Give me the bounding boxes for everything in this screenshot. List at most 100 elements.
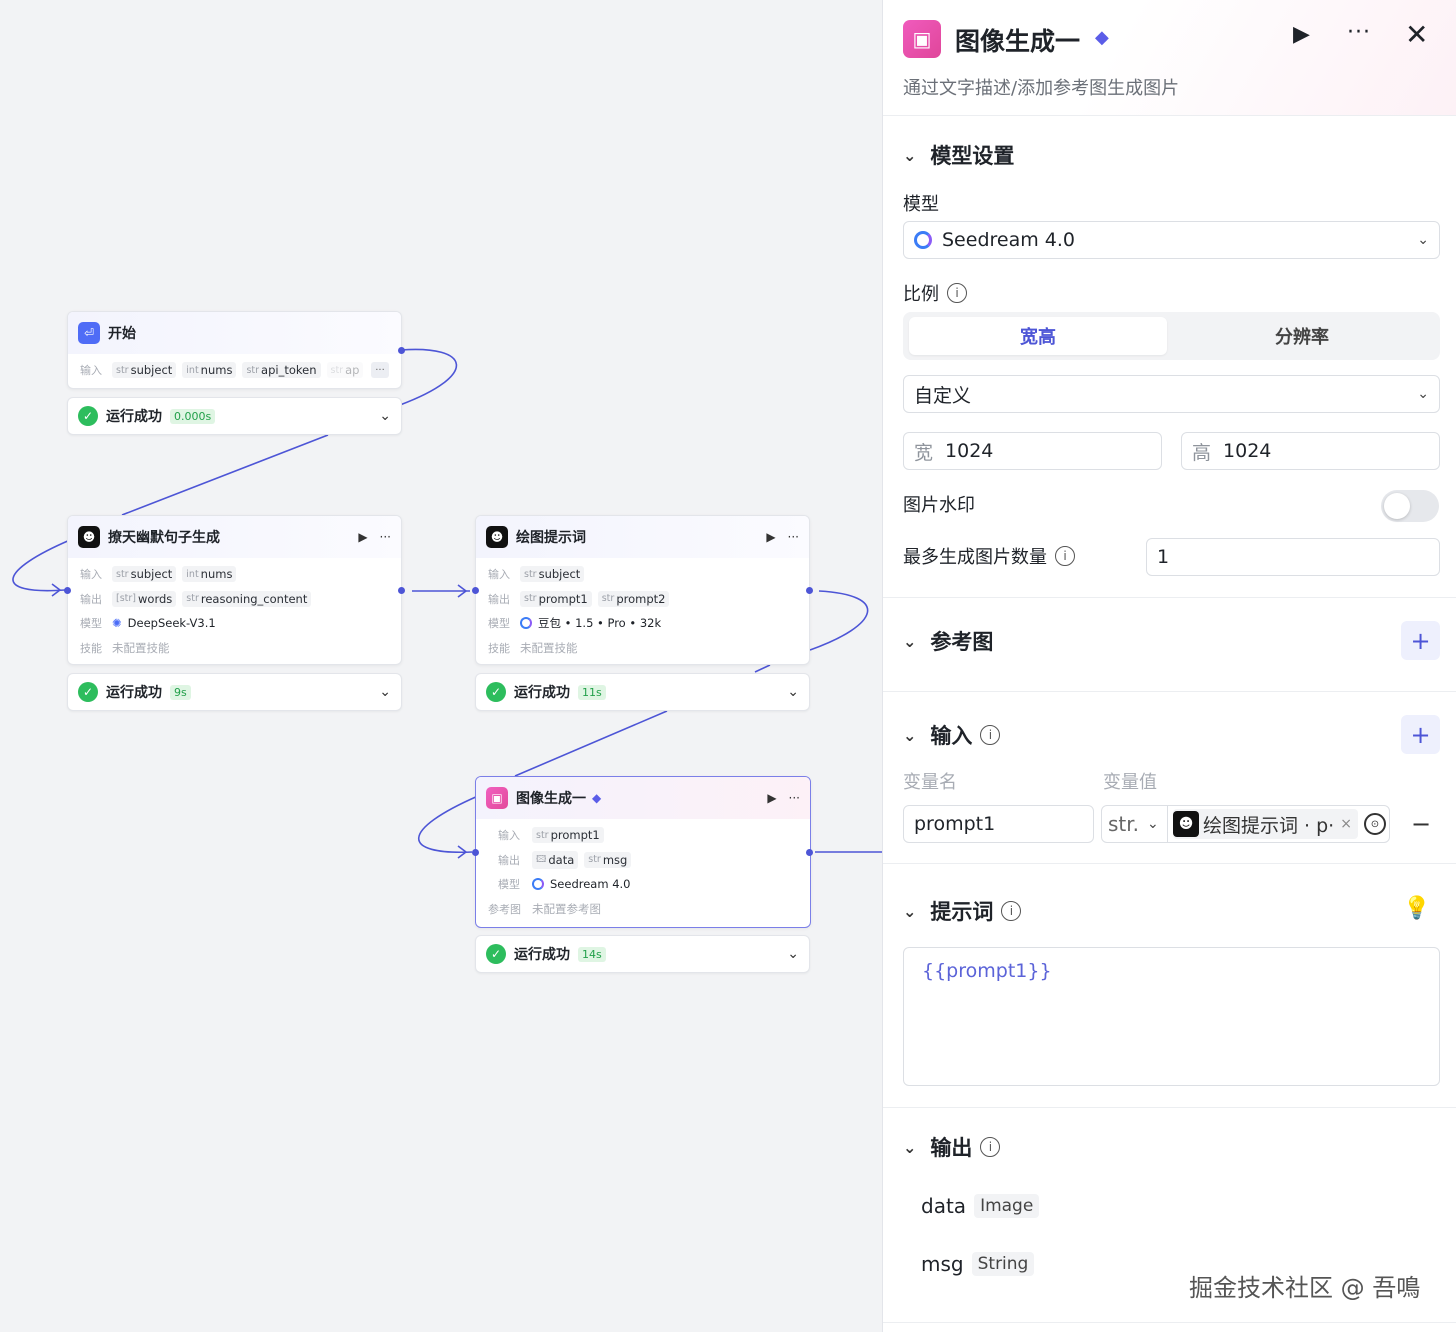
- model-label: 模型: [80, 617, 102, 631]
- image-input-port[interactable]: [472, 849, 479, 856]
- run-icon[interactable]: ▶: [767, 791, 776, 805]
- node-settings-panel: ▣ 图像生成一 ◆ ▶ ··· ✕ 通过文字描述/添加参考图生成图片 ⌄ 模型设…: [882, 0, 1456, 1332]
- prompt-node-header[interactable]: ☻ 绘图提示词 ▶ ···: [476, 516, 809, 558]
- output-chip: 🖾 data: [532, 850, 579, 869]
- more-icon[interactable]: ···: [789, 791, 800, 805]
- height-prefix: 高: [1192, 441, 1212, 464]
- var-value-column-label: 变量值: [1103, 772, 1157, 793]
- reference-picker-icon[interactable]: ⊙: [1363, 813, 1386, 835]
- tab-resolution[interactable]: 分辨率: [1173, 317, 1431, 355]
- model-name: DeepSeek-V3.1: [127, 616, 216, 631]
- var-ref-chip[interactable]: ☻ 绘图提示词 · p· ×: [1173, 809, 1358, 839]
- max-count-input[interactable]: 1: [1146, 538, 1440, 576]
- image-node-header[interactable]: ▣ 图像生成一 ◆ ▶ ···: [476, 777, 810, 819]
- var-name-input[interactable]: prompt1: [903, 805, 1094, 843]
- var-type-select[interactable]: str. ⌄: [1102, 806, 1168, 842]
- divider: [883, 597, 1456, 598]
- output-label: 输出: [488, 592, 510, 606]
- doubao-icon: [520, 617, 532, 630]
- image-status-bar[interactable]: ✓ 运行成功 14s ⌄: [475, 935, 810, 973]
- chevron-down-icon: ⌄: [903, 631, 917, 651]
- var-value-field[interactable]: str. ⌄ ☻ 绘图提示词 · p· × ⊙: [1101, 805, 1390, 843]
- more-inputs-button[interactable]: ···: [371, 362, 389, 379]
- joke-node-header[interactable]: ☻ 撩天幽默句子生成 ▶ ···: [68, 516, 401, 558]
- prompt-editor[interactable]: {{prompt1}}: [903, 947, 1440, 1086]
- start-output-port[interactable]: [398, 347, 405, 354]
- prompt-node[interactable]: ☻ 绘图提示词 ▶ ··· 输入 str subject 输出 str prompt…: [475, 515, 810, 665]
- watermark-label: 图片水印: [903, 495, 975, 516]
- add-input-button[interactable]: +: [1401, 715, 1440, 754]
- prompt-status-bar[interactable]: ✓ 运行成功 11s ⌄: [475, 673, 810, 711]
- time-badge: 11s: [578, 684, 606, 700]
- start-status-bar[interactable]: ✓ 运行成功 0.000s ⌄: [67, 397, 402, 435]
- section-title: 输出: [930, 1136, 973, 1160]
- max-count-label-row: 最多生成图片数量 i: [903, 543, 1075, 569]
- start-node-header[interactable]: ⏎ 开始: [68, 312, 401, 354]
- input-chip: int nums: [182, 362, 237, 379]
- image-output-port[interactable]: [806, 849, 813, 856]
- prompt-section-header[interactable]: ⌄ 提示词 i: [903, 896, 1022, 926]
- var-ref-text: 绘图提示词 · p·: [1203, 814, 1335, 837]
- info-icon: i: [980, 725, 1001, 745]
- output-section-header[interactable]: ⌄ 输出 i: [903, 1132, 1001, 1162]
- chevron-down-icon[interactable]: ⌄: [787, 946, 799, 962]
- output-row: data Image: [921, 1194, 1040, 1218]
- close-icon[interactable]: ×: [1340, 816, 1352, 832]
- width-field[interactable]: 宽 1024: [903, 432, 1162, 470]
- chevron-down-icon[interactable]: ⌄: [379, 684, 391, 700]
- height-field[interactable]: 高 1024: [1181, 432, 1440, 470]
- lightbulb-icon[interactable]: 💡: [1403, 896, 1430, 921]
- input-chip: str subject: [112, 566, 177, 583]
- llm-icon: ☻: [1173, 811, 1199, 837]
- joke-output-port[interactable]: [398, 587, 405, 594]
- add-ref-image-button[interactable]: +: [1401, 621, 1440, 660]
- model-label: 模型: [488, 617, 510, 631]
- chevron-down-icon[interactable]: ⌄: [379, 408, 391, 424]
- divider: [883, 1107, 1456, 1108]
- more-icon[interactable]: ···: [1347, 20, 1371, 45]
- joke-status-bar[interactable]: ✓ 运行成功 9s ⌄: [67, 673, 402, 711]
- run-icon[interactable]: ▶: [358, 530, 367, 544]
- divider: [883, 1322, 1456, 1323]
- close-icon[interactable]: ✕: [1405, 18, 1428, 51]
- joke-node[interactable]: ☻ 撩天幽默句子生成 ▶ ··· 输入 str subject int nums 输…: [67, 515, 402, 665]
- panel-title[interactable]: 图像生成一: [955, 22, 1080, 58]
- ref-value: 未配置参考图: [532, 901, 601, 916]
- model-select-value: Seedream 4.0: [942, 229, 1075, 251]
- success-check-icon: ✓: [486, 944, 506, 964]
- watermark-toggle[interactable]: [1381, 490, 1439, 522]
- run-icon[interactable]: ▶: [766, 530, 775, 544]
- ref-image-header[interactable]: ⌄ 参考图: [903, 626, 993, 656]
- ratio-segmented-control: 宽高 分辨率: [903, 312, 1440, 360]
- ref-label: 参考图: [488, 902, 521, 916]
- start-icon: ⏎: [78, 322, 100, 344]
- output-name: msg: [921, 1252, 964, 1276]
- joke-input-port[interactable]: [64, 587, 71, 594]
- model-settings-header[interactable]: ⌄ 模型设置: [903, 140, 1014, 170]
- panel-description: 通过文字描述/添加参考图生成图片: [903, 78, 1180, 99]
- workflow-canvas[interactable]: ⏎ 开始 输入 str subject int nums str api_token …: [0, 0, 882, 1332]
- prompt-node-title: 绘图提示词: [516, 530, 586, 546]
- more-icon[interactable]: ···: [788, 530, 799, 544]
- time-badge: 14s: [578, 946, 606, 962]
- section-title: 模型设置: [930, 144, 1015, 168]
- premium-gem-icon: ◆: [592, 791, 602, 805]
- input-chip: int nums: [182, 566, 237, 583]
- premium-gem-icon: ◆: [1095, 27, 1109, 48]
- height-value: 1024: [1223, 440, 1272, 462]
- image-node[interactable]: ▣ 图像生成一 ◆ ▶ ··· 输入 str prompt1 输出 🖾 data s…: [475, 776, 811, 928]
- prompt-input-port[interactable]: [472, 587, 479, 594]
- input-section-header[interactable]: ⌄ 输入 i: [903, 720, 1001, 750]
- output-type: Image: [974, 1194, 1040, 1218]
- prompt-output-port[interactable]: [806, 587, 813, 594]
- chevron-down-icon[interactable]: ⌄: [787, 684, 799, 700]
- run-icon[interactable]: ▶: [1293, 22, 1310, 47]
- chevron-down-icon: ⌄: [903, 145, 917, 165]
- tab-aspect[interactable]: 宽高: [909, 317, 1167, 355]
- ratio-select[interactable]: 自定义 ⌄: [903, 375, 1440, 413]
- remove-input-button[interactable]: −: [1411, 810, 1431, 838]
- model-select[interactable]: Seedream 4.0 ⌄: [903, 221, 1440, 259]
- start-node[interactable]: ⏎ 开始 输入 str subject int nums str api_token …: [67, 311, 402, 389]
- more-icon[interactable]: ···: [380, 530, 391, 544]
- input-chip: str subject: [112, 362, 177, 379]
